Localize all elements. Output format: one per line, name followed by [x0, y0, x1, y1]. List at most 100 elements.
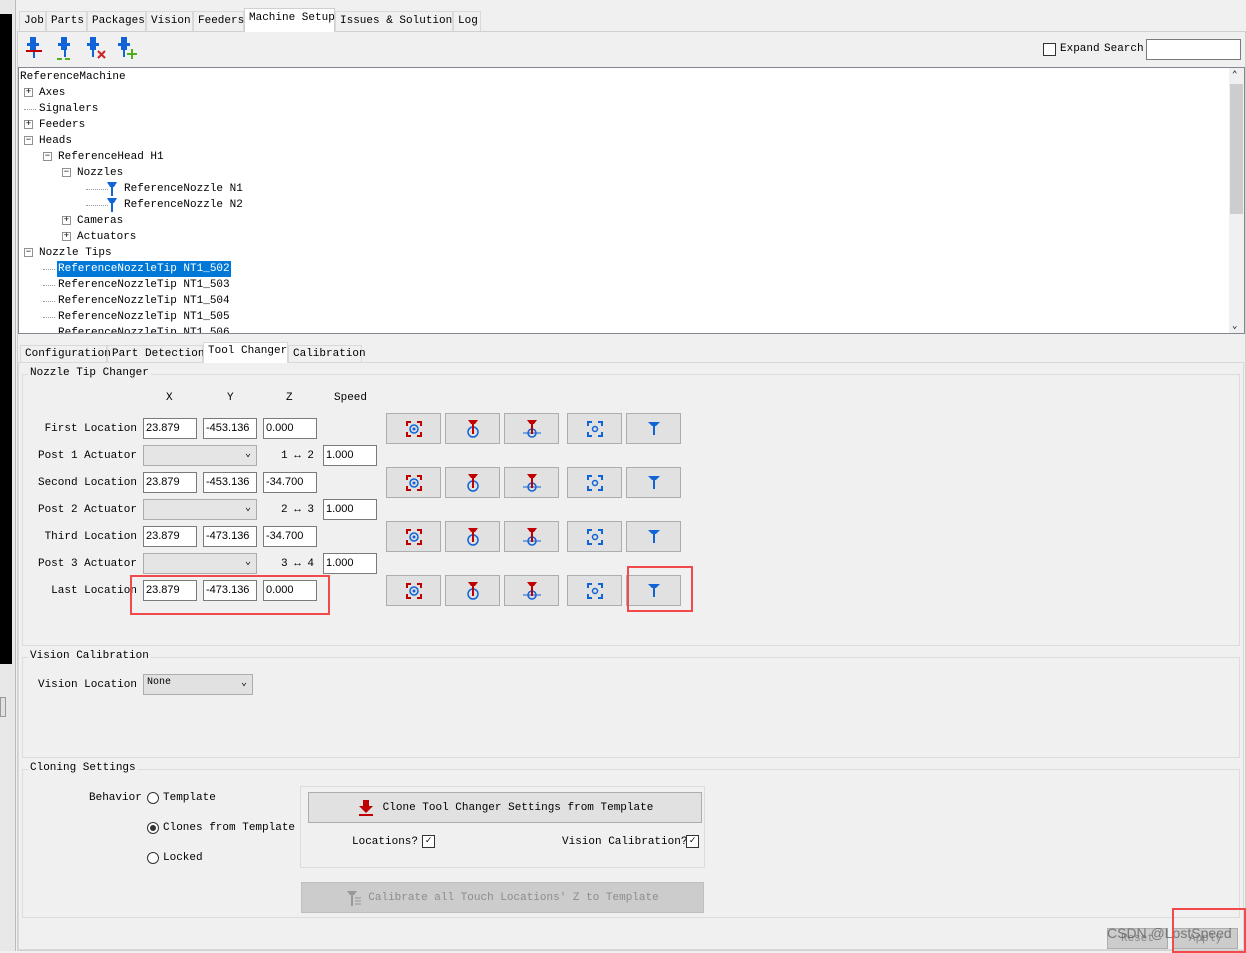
sub-tab-part-detection[interactable]: Part Detection	[107, 345, 204, 363]
machine-tree[interactable]: ⌃ ⌄ ReferenceMachine + Axes Signalers + Feede…	[18, 67, 1245, 334]
location-x-input[interactable]: 23.879	[143, 418, 197, 439]
tree-item[interactable]: Feeders	[38, 117, 86, 133]
position-camera-button[interactable]	[567, 413, 622, 444]
speed-input[interactable]: 1.000	[323, 499, 377, 520]
tree-collapse-icon[interactable]: −	[24, 248, 33, 257]
download-icon	[358, 799, 373, 816]
main-tab-parts[interactable]: Parts	[46, 11, 87, 31]
main-tab-machine-setup[interactable]: Machine Setup	[244, 8, 335, 32]
location-y-input[interactable]: -473.136	[203, 526, 257, 547]
capture-tool-location-button[interactable]	[445, 413, 500, 444]
capture-tool-z-button[interactable]	[504, 467, 559, 498]
locations-checkbox[interactable]: ✓	[422, 835, 435, 848]
actuator-label: Post 2 Actuator	[37, 504, 137, 516]
tree-item[interactable]: Nozzles	[76, 165, 124, 181]
main-tab-feeders[interactable]: Feeders	[193, 11, 244, 31]
nozzle-tip-icon[interactable]	[22, 35, 48, 61]
position-camera-button[interactable]	[567, 521, 622, 552]
tree-collapse-icon[interactable]: −	[24, 136, 33, 145]
tree-collapse-icon[interactable]: −	[43, 152, 52, 161]
left-panel-button[interactable]	[0, 697, 6, 717]
speed-input[interactable]: 1.000	[323, 445, 377, 466]
tree-item[interactable]: ReferenceNozzleTip NT1_502	[57, 261, 231, 277]
calibrate-z-button[interactable]: Calibrate all Touch Locations' Z to Temp…	[301, 882, 704, 913]
main-tab-packages[interactable]: Packages	[87, 11, 146, 31]
radio-template[interactable]	[147, 792, 159, 804]
capture-tool-location-icon	[466, 419, 479, 438]
position-camera-button[interactable]	[567, 467, 622, 498]
capture-camera-location-button[interactable]	[386, 575, 441, 606]
capture-camera-location-button[interactable]	[386, 413, 441, 444]
speed-segment-label: 1 ↔ 2	[281, 450, 315, 462]
sub-tab-calibration[interactable]: Calibration	[288, 345, 366, 363]
capture-tool-z-button[interactable]	[504, 521, 559, 552]
actuator-select[interactable]: ⌄	[143, 553, 257, 574]
tree-expand-icon[interactable]: +	[62, 232, 71, 241]
tree-item[interactable]: ReferenceNozzleTip NT1_504	[57, 293, 231, 309]
group-title: Vision Calibration	[28, 650, 151, 662]
vision-calibration-checkbox[interactable]: ✓	[686, 835, 699, 848]
tree-item[interactable]: ReferenceNozzle N1	[123, 181, 244, 197]
tree-item[interactable]: ReferenceNozzleTip NT1_506	[57, 325, 231, 333]
location-z-input[interactable]: -34.700	[263, 472, 317, 493]
tree-item[interactable]: Axes	[38, 85, 66, 101]
location-z-input[interactable]: -34.700	[263, 526, 317, 547]
search-input[interactable]	[1146, 39, 1241, 60]
nozzle-tip-add-icon[interactable]	[115, 35, 141, 61]
radio-locked[interactable]	[147, 852, 159, 864]
tree-item[interactable]: Cameras	[76, 213, 124, 229]
position-tool-button[interactable]	[626, 413, 681, 444]
position-camera-button[interactable]	[567, 575, 622, 606]
expand-checkbox[interactable]	[1043, 43, 1056, 56]
tree-item[interactable]: Signalers	[38, 101, 99, 117]
tree-item[interactable]: ReferenceNozzleTip NT1_503	[57, 277, 231, 293]
main-tab-log[interactable]: Log	[453, 11, 481, 31]
tree-expand-icon[interactable]: +	[62, 216, 71, 225]
position-tool-button[interactable]	[626, 521, 681, 552]
tree-root[interactable]: ReferenceMachine	[20, 69, 126, 85]
position-camera-icon	[586, 528, 603, 545]
capture-camera-location-button[interactable]	[386, 521, 441, 552]
location-y-input[interactable]: -453.136	[203, 418, 257, 439]
tree-item[interactable]: Nozzle Tips	[38, 245, 113, 261]
vision-location-select[interactable]: None ⌄	[143, 674, 253, 695]
location-x-input[interactable]: 23.879	[143, 526, 197, 547]
capture-tool-location-icon	[466, 527, 479, 546]
actuator-select[interactable]: ⌄	[143, 499, 257, 520]
nozzle-tip-remove-icon[interactable]	[84, 35, 110, 61]
capture-tool-z-button[interactable]	[504, 575, 559, 606]
tree-collapse-icon[interactable]: −	[62, 168, 71, 177]
tree-connector	[43, 317, 55, 318]
main-tab-vision[interactable]: Vision	[146, 11, 193, 31]
tree-item[interactable]: Heads	[38, 133, 73, 149]
sub-tab-tool-changer[interactable]: Tool Changer	[203, 342, 288, 363]
tree-item[interactable]: Actuators	[76, 229, 137, 245]
capture-tool-z-button[interactable]	[504, 413, 559, 444]
location-x-input[interactable]: 23.879	[143, 472, 197, 493]
tree-item[interactable]: ReferenceHead H1	[57, 149, 165, 165]
tree-scrollbar[interactable]: ⌃ ⌄	[1229, 68, 1244, 333]
clone-settings-button[interactable]: Clone Tool Changer Settings from Templat…	[308, 792, 702, 823]
scrollbar-thumb[interactable]	[1230, 84, 1243, 214]
tree-expand-icon[interactable]: +	[24, 120, 33, 129]
location-y-input[interactable]: -453.136	[203, 472, 257, 493]
speed-segment-label: 2 ↔ 3	[281, 504, 315, 516]
radio-clones-from-template[interactable]	[147, 822, 159, 834]
capture-tool-location-button[interactable]	[445, 467, 500, 498]
sub-tab-configuration[interactable]: Configuration	[20, 345, 111, 363]
main-tab-job[interactable]: Job	[19, 11, 46, 31]
actuator-select[interactable]: ⌄	[143, 445, 257, 466]
search-label: Search	[1104, 43, 1144, 55]
capture-tool-location-button[interactable]	[445, 575, 500, 606]
location-z-input[interactable]: 0.000	[263, 418, 317, 439]
main-tab-issues-solutions[interactable]: Issues & Solutions	[335, 11, 459, 31]
tree-item[interactable]: ReferenceNozzle N2	[123, 197, 244, 213]
tree-item[interactable]: ReferenceNozzleTip NT1_505	[57, 309, 231, 325]
tree-expand-icon[interactable]: +	[24, 88, 33, 97]
speed-input[interactable]: 1.000	[323, 553, 377, 574]
capture-tool-location-button[interactable]	[445, 521, 500, 552]
radio-clones-label: Clones from Template	[163, 822, 296, 834]
position-tool-button[interactable]	[626, 467, 681, 498]
nozzle-tip-load-icon[interactable]	[53, 35, 79, 61]
capture-camera-location-button[interactable]	[386, 467, 441, 498]
